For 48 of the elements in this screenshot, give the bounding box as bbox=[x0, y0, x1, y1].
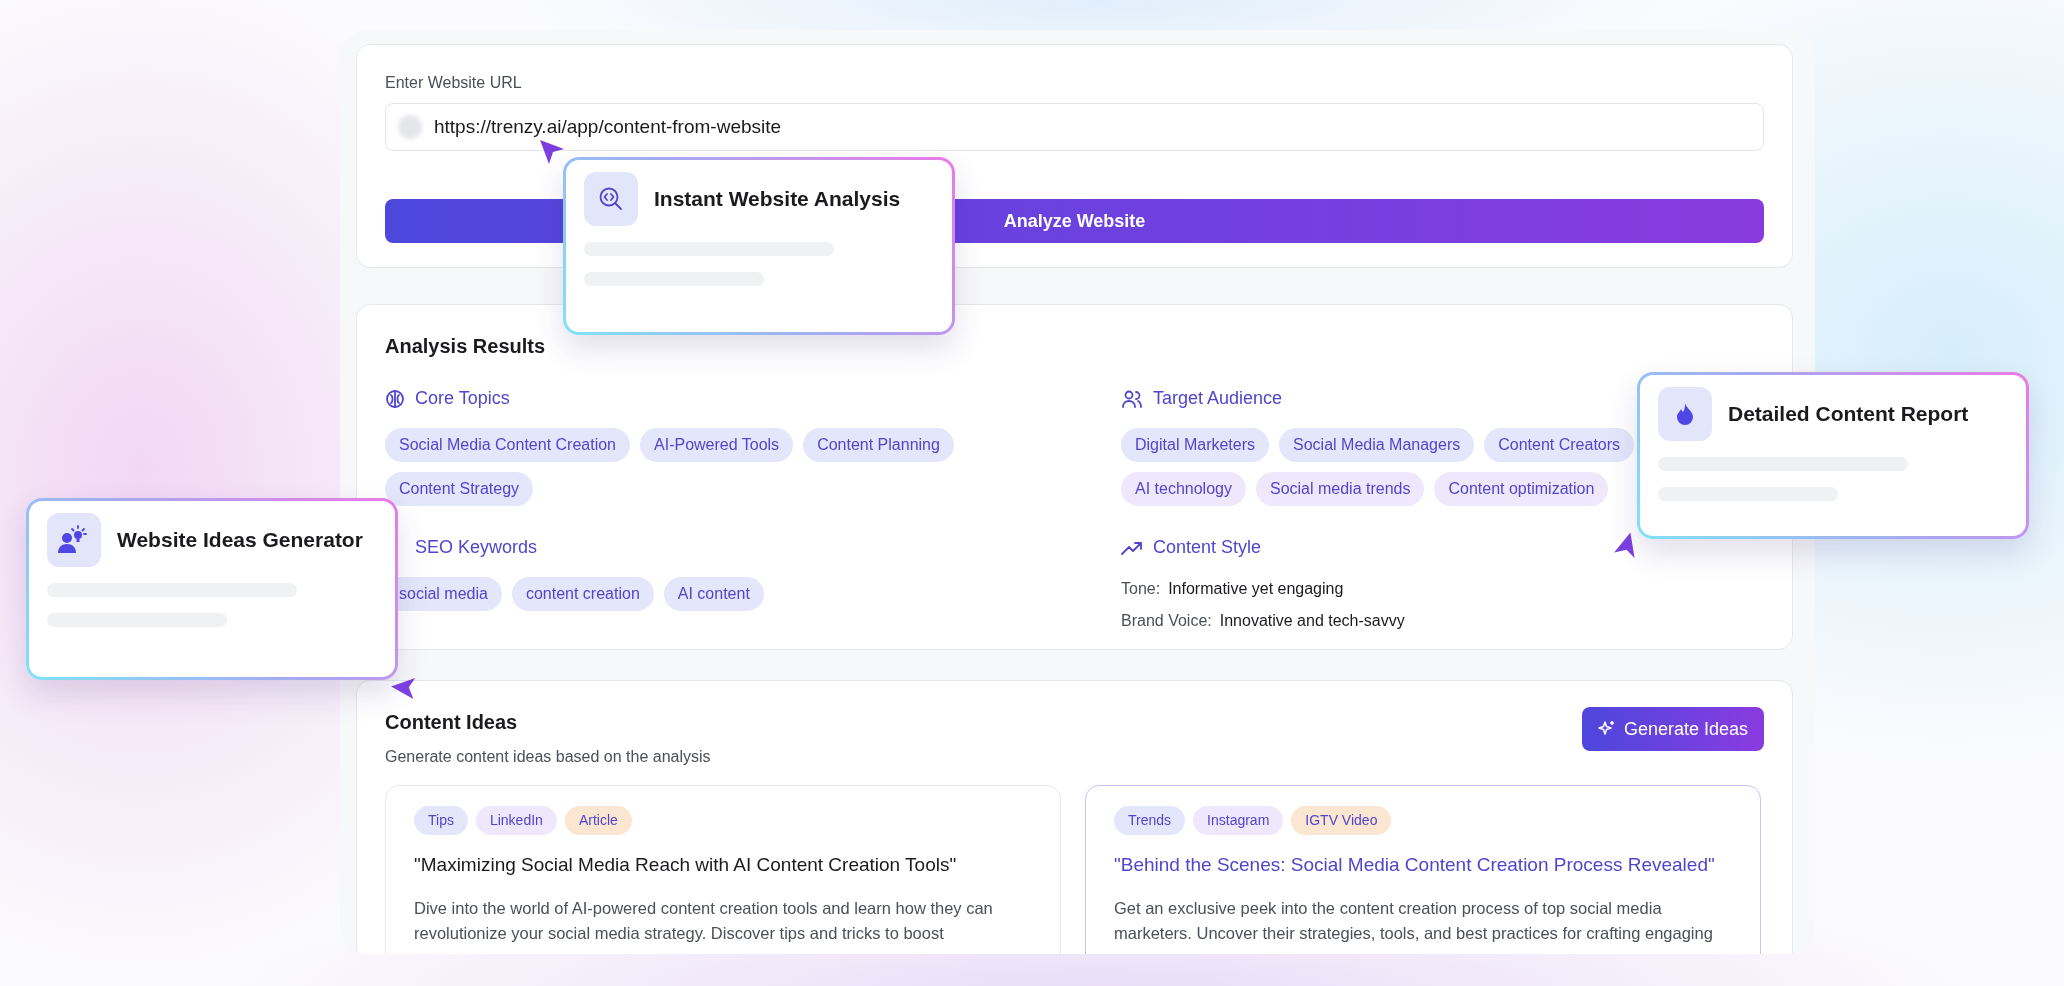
tag: AI content bbox=[663, 577, 764, 611]
flame-icon bbox=[1658, 387, 1712, 441]
tag: Content optimization bbox=[1434, 472, 1609, 506]
subsection-title: Core Topics bbox=[415, 387, 510, 410]
idea-card[interactable] bbox=[385, 785, 1061, 954]
section-subtitle: Generate content ideas based on the analysis bbox=[385, 747, 711, 767]
tag: Trends bbox=[1114, 806, 1186, 835]
generate-ideas-button[interactable]: Generate Ideas bbox=[1581, 707, 1764, 751]
tag: Digital Marketers bbox=[1121, 428, 1270, 462]
ideas-icon bbox=[47, 513, 101, 567]
tag: Social Media Managers bbox=[1279, 428, 1475, 462]
tag: Tips bbox=[414, 806, 468, 835]
tag: Social media trends bbox=[1255, 472, 1425, 506]
users-icon bbox=[1121, 388, 1143, 409]
tag: Content Planning bbox=[803, 428, 954, 462]
brain-icon bbox=[385, 388, 405, 409]
tag: Content Strategy bbox=[385, 472, 534, 506]
callout-title: Detailed Content Report bbox=[1728, 401, 1969, 428]
field-label: Tone: bbox=[1121, 579, 1161, 599]
section-title: Analysis Results bbox=[385, 334, 547, 359]
tag: Instagram bbox=[1193, 806, 1284, 835]
idea-description: Dive into the world of AI-powered content creation tools and learn how they can revolutionize your social media strategy. Discover tips and tricks to boost bbox=[414, 897, 994, 945]
url-field[interactable]: https://trenzy.ai/app/content-from-website bbox=[385, 103, 1764, 151]
idea-title: "Maximizing Social Media Reach with AI Content Creation Tools" bbox=[414, 853, 958, 877]
idea-card[interactable] bbox=[1085, 785, 1761, 954]
favicon-icon bbox=[398, 115, 422, 139]
field-label: Enter Website URL bbox=[385, 73, 523, 93]
trend-icon bbox=[1121, 539, 1143, 556]
tag: AI technology bbox=[1121, 472, 1246, 506]
idea-title: "Behind the Scenes: Social Media Content Creation Process Revealed" bbox=[1114, 853, 1716, 877]
field-value: Innovative and tech-savvy bbox=[1219, 611, 1405, 631]
field-label: Brand Voice: bbox=[1121, 611, 1212, 631]
tag: Social Media Content Creation bbox=[385, 428, 630, 462]
tag: content creation bbox=[511, 577, 654, 611]
sparkle-icon bbox=[1597, 720, 1616, 738]
subsection-title: Target Audience bbox=[1153, 387, 1283, 410]
callout-title: Website Ideas Generator bbox=[117, 527, 363, 554]
tag: Content Creators bbox=[1484, 428, 1635, 462]
tag: IGTV Video bbox=[1291, 806, 1392, 835]
tag: Article bbox=[564, 806, 632, 835]
tag: LinkedIn bbox=[475, 806, 557, 835]
field-value: Informative yet engaging bbox=[1168, 579, 1344, 599]
idea-description: Get an exclusive peek into the content creation process of top social media marketers. Uncover their strategies, tools, and best practices for crafting engaging bbox=[1114, 897, 1714, 945]
section-title: Content Ideas bbox=[385, 710, 519, 735]
analysis-icon bbox=[584, 172, 638, 226]
subsection-title: SEO Keywords bbox=[415, 536, 538, 559]
tag: AI-Powered Tools bbox=[640, 428, 794, 462]
subsection-title: Content Style bbox=[1153, 536, 1262, 559]
